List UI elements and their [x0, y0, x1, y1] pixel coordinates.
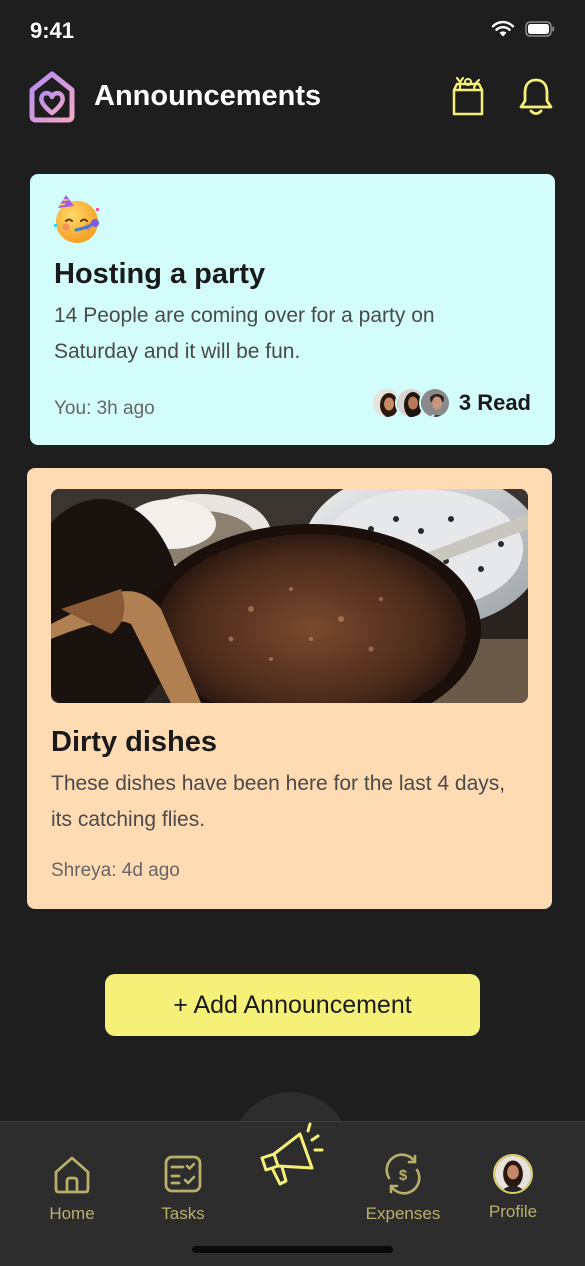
tab-label: Home [49, 1204, 95, 1223]
tab-announcements[interactable] [252, 1118, 332, 1198]
announcement-meta: Shreya: 4d ago [51, 860, 180, 881]
page-title: Announcements [94, 80, 322, 112]
home-heart-logo [29, 71, 75, 123]
read-count: 3 Read [458, 390, 531, 415]
grocery-bag-icon [452, 76, 484, 116]
wifi-icon [491, 20, 515, 37]
grocery-bag-button[interactable] [448, 74, 488, 118]
partying-face-emoji-icon [54, 195, 99, 243]
avatar [493, 1154, 533, 1194]
dirty-dishes-photo [51, 489, 528, 703]
announcement-card-dishes[interactable]: Dirty dishes These dishes have been here… [27, 468, 552, 909]
read-receipts[interactable]: 3 Read [370, 387, 531, 419]
expenses-icon: $ [385, 1153, 421, 1195]
tab-expenses[interactable]: $ Expenses [353, 1152, 453, 1224]
app-header: Announcements [0, 64, 585, 136]
tab-label: Expenses [365, 1204, 441, 1223]
status-time: 9:41 [30, 18, 75, 43]
notifications-button[interactable] [516, 74, 556, 118]
reader-avatar [418, 387, 451, 419]
tab-profile[interactable]: Profile [463, 1152, 563, 1222]
announcement-title: Dirty dishes [51, 726, 217, 758]
tab-home[interactable]: Home [22, 1152, 122, 1224]
add-announcement-button[interactable]: + Add Announcement [105, 974, 480, 1036]
bell-icon [519, 78, 553, 115]
tab-label: Profile [488, 1202, 538, 1221]
status-bar: 9:41 [0, 0, 585, 64]
announcement-body: 14 People are coming over for a party on… [54, 304, 435, 363]
svg-text:$: $ [399, 1167, 408, 1184]
announcement-meta: You: 3h ago [54, 398, 155, 419]
tab-label: Tasks [161, 1204, 205, 1223]
tasks-icon [164, 1155, 202, 1193]
megaphone-icon [260, 1122, 324, 1186]
announcement-title: Hosting a party [54, 258, 266, 290]
home-icon [54, 1156, 90, 1194]
home-indicator [192, 1246, 393, 1253]
announcement-body: These dishes have been here for the last… [51, 772, 506, 831]
tab-tasks[interactable]: Tasks [133, 1152, 233, 1224]
status-icons [491, 20, 555, 38]
battery-icon [525, 21, 555, 37]
announcement-card-party[interactable]: Hosting a party 14 People are coming ove… [30, 174, 555, 445]
